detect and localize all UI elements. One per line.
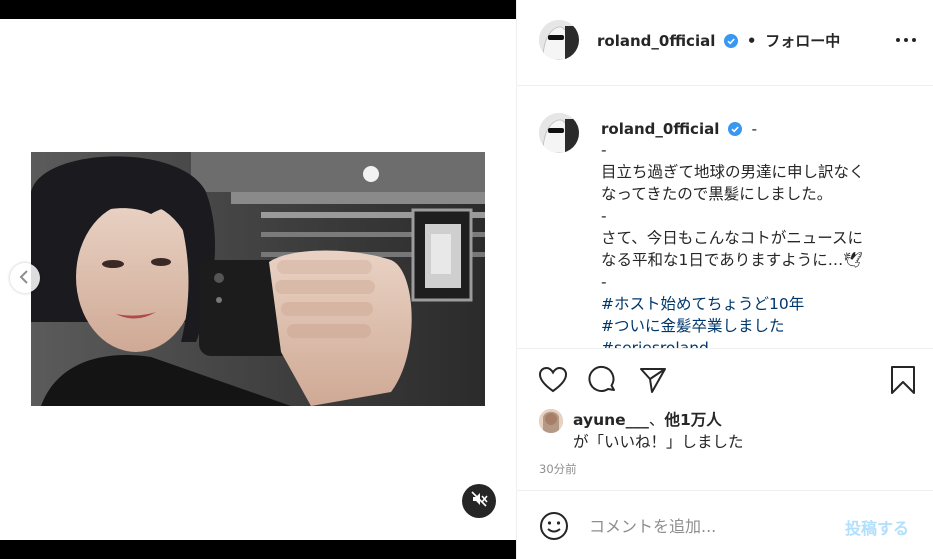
letterbox-top [0,0,516,19]
caption-line: なってきたので黒髪にしました。 [601,185,833,203]
caption-first-line: - [751,120,758,138]
comment-icon[interactable] [587,364,619,396]
previous-media-button[interactable] [10,263,40,293]
hashtag-link[interactable]: #ついに金髪卒業しました [601,315,911,337]
heart-icon[interactable] [537,364,569,396]
caption-header: roland_0fficial - [601,119,757,140]
author-username[interactable]: roland_0fficial [597,32,715,50]
media-pane [0,0,516,559]
caption-area: roland_0fficial - - 目立ち過ぎて地球の男達に申し訳なく なっ… [517,87,933,349]
caption-line: さて、今日もこんなコトがニュースに [601,229,863,247]
bookmark-icon[interactable] [887,364,919,396]
header-separator: • [746,32,757,50]
caption-line: - [601,273,607,291]
action-bar [517,350,933,412]
likes-suffix: が「いいね！」しました [573,433,744,451]
likes-separator: 、 [648,411,665,429]
verified-badge-icon [724,34,739,52]
caption-line: なる平和な1日でありますように…🕊 [601,251,863,269]
following-button[interactable]: フォロー中 [765,32,840,50]
verified-badge-icon [728,121,743,140]
likes-others-link[interactable]: 他1万人 [664,411,721,429]
post-comment-button[interactable]: 投稿する [845,515,909,539]
liker-avatar[interactable] [539,409,563,433]
comment-input[interactable] [587,511,831,541]
send-icon[interactable] [637,364,669,396]
post-timestamp[interactable]: 30分前 [539,461,577,477]
caption-line: - [601,141,607,159]
caption-avatar[interactable] [539,113,579,153]
video-still [31,152,485,406]
post-side-panel: roland_0fficial • フォロー中 roland_0fficial [516,0,933,559]
post-header: roland_0fficial • フォロー中 [517,0,933,86]
caption-line: - [601,207,607,225]
hashtag-link[interactable]: #ホスト始めてちょうど10年 [601,293,911,315]
post-video[interactable] [31,152,485,406]
chevron-left-icon [19,269,31,288]
more-options-icon[interactable] [892,30,920,50]
author-avatar[interactable] [539,20,579,60]
mute-toggle-button[interactable] [462,484,496,518]
liker-username[interactable]: ayune___ [573,411,649,429]
comment-bar: 投稿する [517,490,933,559]
speaker-muted-icon [470,490,488,512]
emoji-icon[interactable] [539,511,569,541]
author-header-name: roland_0fficial • フォロー中 [597,30,840,52]
hashtag-link[interactable]: #seriesroland [601,337,911,348]
likes-line: ayune___、他1万人 [573,408,722,430]
letterbox-bottom [0,540,516,559]
caption-username[interactable]: roland_0fficial [601,120,719,138]
caption-line: 目立ち過ぎて地球の男達に申し訳なく [601,163,865,181]
caption-text: - 目立ち過ぎて地球の男達に申し訳なく なってきたので黒髪にしました。 - さて… [601,139,911,348]
likes-summary: ayune___、他1万人 が「いいね！」しました [539,405,919,455]
